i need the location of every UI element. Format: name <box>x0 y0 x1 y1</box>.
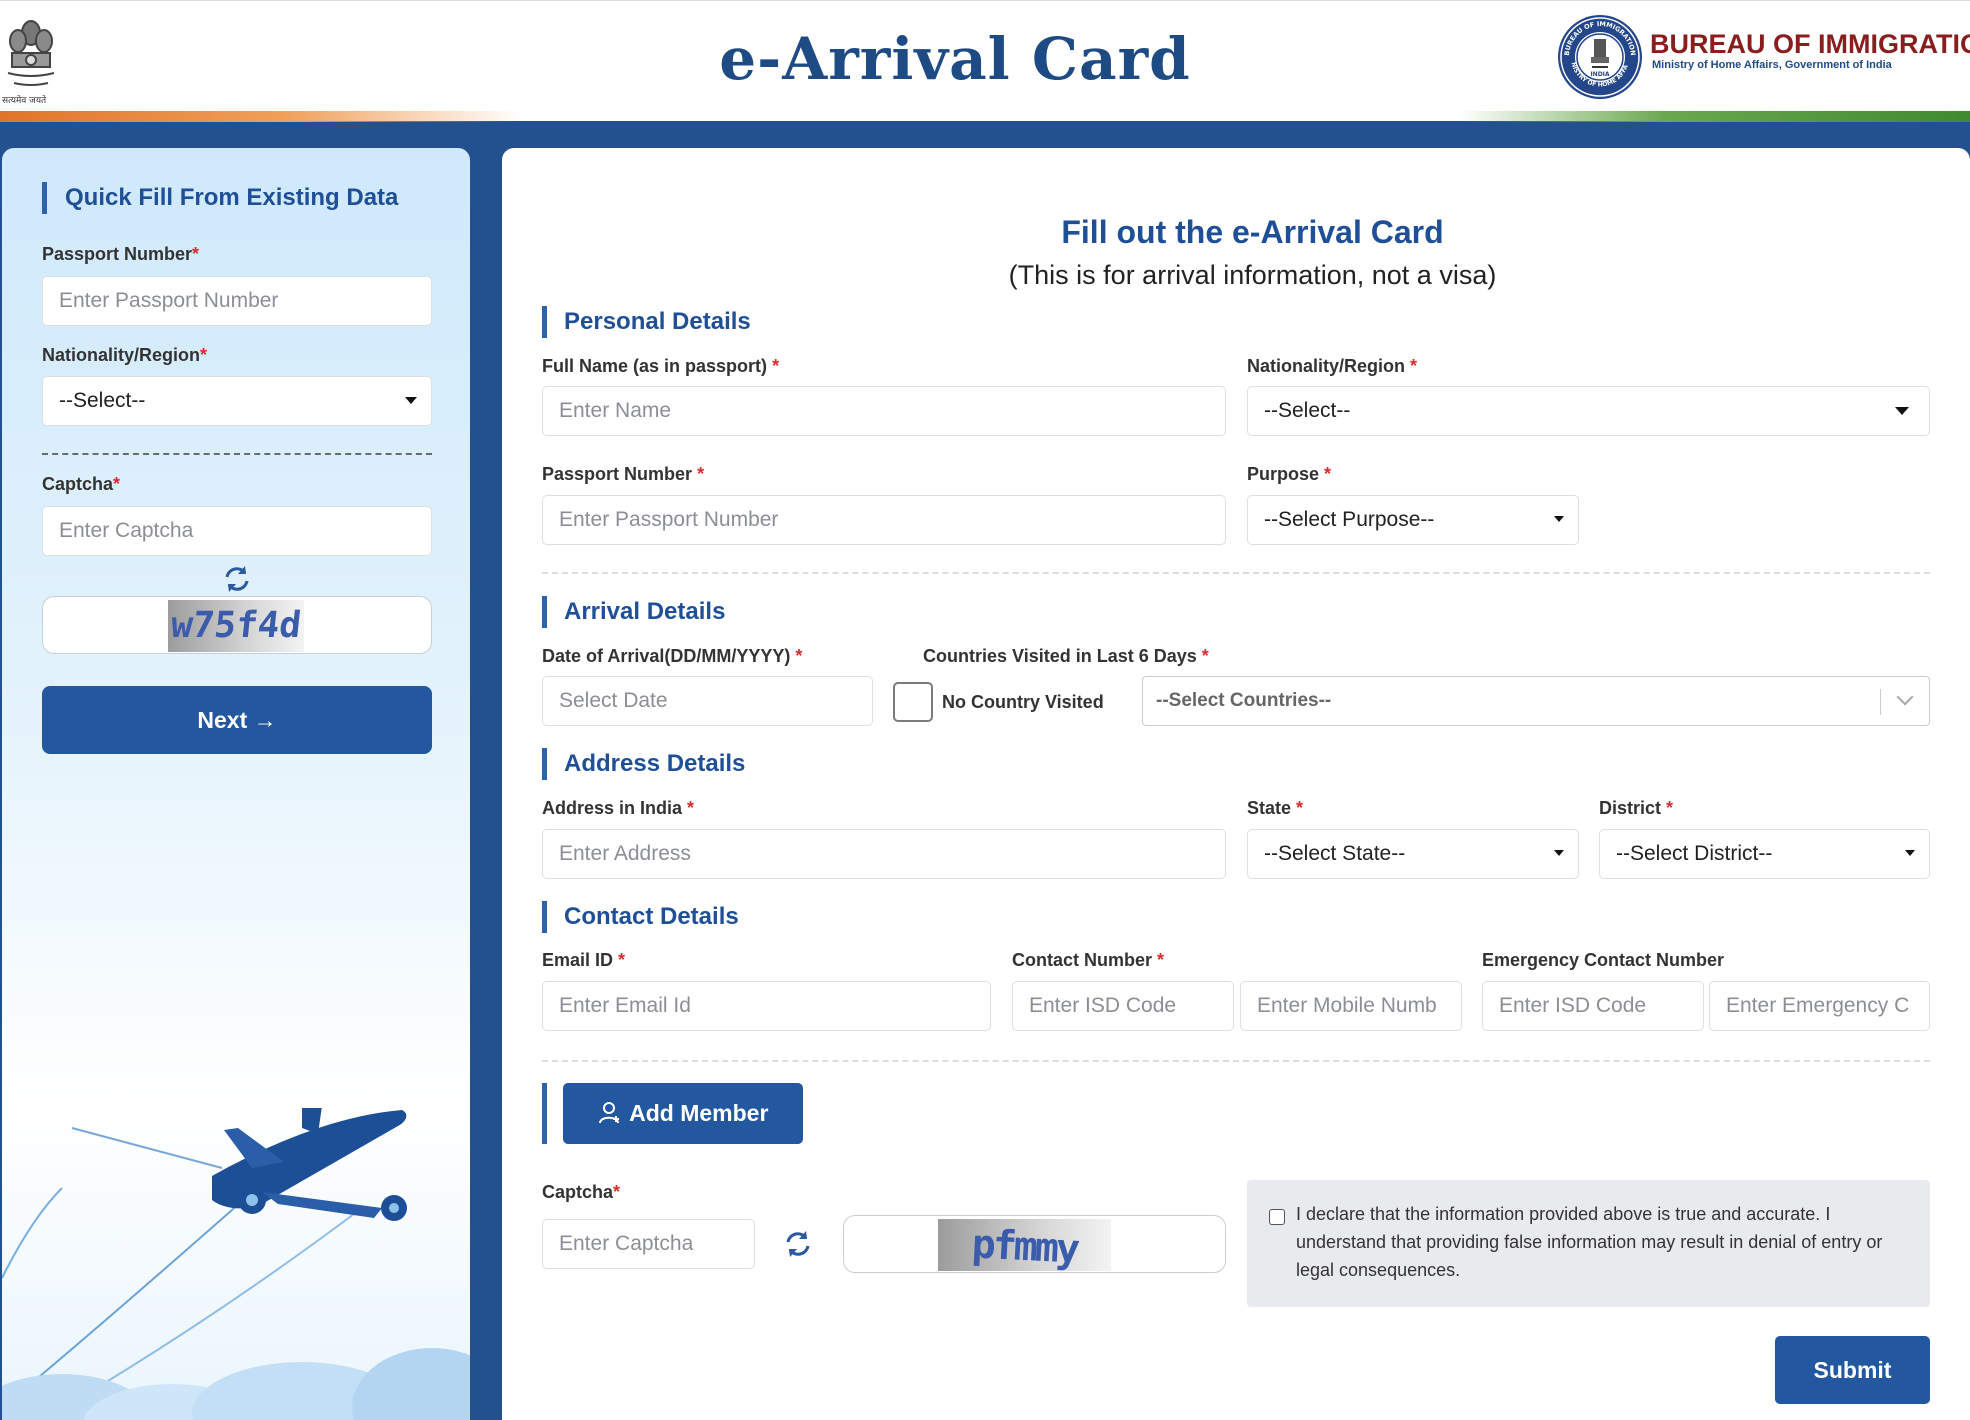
quick-fill-title: Quick Fill From Existing Data <box>42 182 398 214</box>
divider <box>542 1060 1930 1062</box>
state-value: --Select State-- <box>1264 842 1406 865</box>
full-name-label: Full Name (as in passport) * <box>542 356 780 376</box>
caret-down-icon <box>1895 407 1909 415</box>
caret-down-icon <box>1554 850 1564 856</box>
add-member-label: Add Member <box>629 1100 769 1126</box>
section-arrival-details: Arrival Details <box>542 596 725 628</box>
divider <box>542 572 1930 574</box>
divider <box>42 453 432 455</box>
address-label: Address in India * <box>542 798 695 818</box>
nationality-select[interactable]: --Select-- <box>1247 386 1930 436</box>
quick-fill-panel: Quick Fill From Existing Data Passport N… <box>2 148 470 1420</box>
nationality-value: --Select-- <box>1264 399 1351 422</box>
passport-input[interactable]: Enter Passport Number <box>542 495 1226 545</box>
no-country-checkbox[interactable] <box>893 682 933 722</box>
email-input[interactable]: Enter Email Id <box>542 981 991 1031</box>
full-name-input[interactable]: Enter Name <box>542 386 1226 436</box>
countries-multiselect[interactable]: --Select Countries-- <box>1142 676 1930 726</box>
captcha-label: Captcha* <box>542 1182 621 1202</box>
emergency-contact-label: Emergency Contact Number <box>1482 950 1725 970</box>
refresh-captcha-icon[interactable] <box>781 1227 815 1261</box>
declaration-box: I declare that the information provided … <box>1247 1180 1930 1307</box>
emergency-isd-input[interactable]: Enter ISD Code <box>1482 981 1704 1031</box>
nationality-label: Nationality/Region * <box>1247 356 1418 376</box>
address-input[interactable]: Enter Address <box>542 829 1226 879</box>
contact-number-label: Contact Number * <box>1012 950 1165 970</box>
qf-captcha-input[interactable]: Enter Captcha <box>42 506 432 556</box>
qf-nationality-value: --Select-- <box>59 389 146 412</box>
state-label: State * <box>1247 798 1304 818</box>
arrival-form-panel: Fill out the e-Arrival Card (This is for… <box>502 148 1970 1420</box>
purpose-select[interactable]: --Select Purpose-- <box>1247 495 1579 545</box>
arrival-date-input[interactable]: Select Date <box>542 676 873 726</box>
airplane-illustration <box>2 1108 470 1420</box>
email-label: Email ID * <box>542 950 626 970</box>
captcha-image: pfmmy <box>938 1219 1111 1271</box>
next-button-label: Next <box>197 707 248 733</box>
isd-code-input[interactable]: Enter ISD Code <box>1012 981 1234 1031</box>
bureau-seal-icon: INDIA BUREAU OF IMMIGRATION MINISTRY OF … <box>1556 13 1642 99</box>
qf-passport-label: Passport Number* <box>42 244 200 264</box>
caret-down-icon <box>405 397 417 404</box>
caret-down-icon <box>1905 850 1915 856</box>
qf-passport-input[interactable]: Enter Passport Number <box>42 276 432 326</box>
section-personal-details: Personal Details <box>542 306 751 338</box>
next-button[interactable]: Next → <box>42 686 432 754</box>
chevron-down-icon <box>1896 688 1914 706</box>
section-address-details: Address Details <box>542 748 745 780</box>
purpose-label: Purpose * <box>1247 464 1332 484</box>
qf-captcha-label: Captcha* <box>42 474 121 494</box>
declaration-text: I declare that the information provided … <box>1296 1204 1883 1280</box>
user-add-icon <box>598 1102 619 1124</box>
site-header: सत्यमेव जयते e-Arrival Card INDIA BUREAU… <box>0 0 1970 122</box>
state-select[interactable]: --Select State-- <box>1247 829 1579 879</box>
countries-visited-label: Countries Visited in Last 6 Days * <box>923 646 1209 666</box>
no-country-label: No Country Visited <box>942 692 1104 712</box>
qf-captcha-text: w75f4d <box>168 605 304 646</box>
org-subtitle: Ministry of Home Affairs, Government of … <box>1652 59 1892 71</box>
mobile-number-input[interactable]: Enter Mobile Numb <box>1240 981 1462 1031</box>
form-title: Fill out the e-Arrival Card <box>1061 214 1444 250</box>
tricolor-saffron-band <box>0 111 520 122</box>
add-member-accent <box>542 1083 547 1144</box>
arrival-date-label: Date of Arrival(DD/MM/YYYY) * <box>542 646 803 666</box>
tricolor-green-band <box>1460 111 1970 122</box>
district-select[interactable]: --Select District-- <box>1599 829 1930 879</box>
captcha-image-box: pfmmy <box>843 1215 1226 1273</box>
captcha-input[interactable]: Enter Captcha <box>542 1219 755 1269</box>
district-label: District * <box>1599 798 1674 818</box>
district-value: --Select District-- <box>1616 842 1773 865</box>
declaration-checkbox[interactable] <box>1269 1209 1285 1225</box>
qf-captcha-image-box: w75f4d <box>42 596 432 654</box>
add-member-button[interactable]: Add Member <box>563 1083 803 1144</box>
refresh-captcha-icon[interactable] <box>220 562 254 596</box>
multiselect-divider <box>1880 689 1881 715</box>
qf-nationality-label: Nationality/Region* <box>42 345 208 365</box>
arrow-right-icon: → <box>253 707 277 733</box>
captcha-text: pfmmy <box>970 1221 1079 1271</box>
submit-button[interactable]: Submit <box>1775 1336 1930 1404</box>
form-subtitle: (This is for arrival information, not a … <box>1008 260 1497 290</box>
section-contact-details: Contact Details <box>542 901 739 933</box>
emergency-number-input[interactable]: Enter Emergency C <box>1709 981 1930 1031</box>
seal-center-text: INDIA <box>1590 71 1609 78</box>
emblem-caption: सत्यमेव जयते <box>2 96 47 106</box>
caret-down-icon <box>1554 516 1564 522</box>
countries-placeholder: --Select Countries-- <box>1156 690 1332 711</box>
passport-label: Passport Number * <box>542 464 705 484</box>
purpose-value: --Select Purpose-- <box>1264 508 1435 531</box>
org-name: BUREAU OF IMMIGRATION <box>1650 29 1970 59</box>
qf-captcha-image: w75f4d <box>168 600 304 652</box>
qf-nationality-select[interactable]: --Select-- <box>42 376 432 426</box>
